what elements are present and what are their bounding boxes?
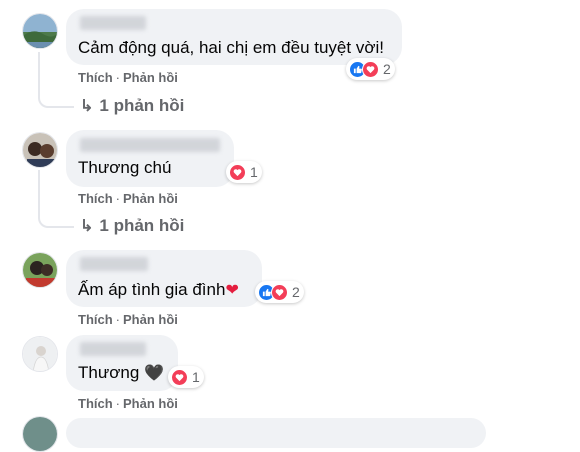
commenter-name-redacted (80, 16, 146, 30)
like-button[interactable]: Thích (78, 191, 113, 206)
comment-actions: Thích · Phản hồi (78, 396, 178, 411)
reaction-count: 1 (192, 369, 200, 385)
view-replies-link[interactable]: ↳ 1 phản hồi (80, 96, 184, 116)
reply-button[interactable]: Phản hồi (123, 312, 178, 327)
heart-emoji: ❤ (225, 282, 239, 299)
love-icon (171, 368, 188, 386)
comment-bubble (66, 418, 486, 448)
commenter-name-redacted (80, 138, 220, 152)
reply-arrow-icon: ↳ (80, 98, 94, 115)
love-icon (271, 283, 288, 301)
like-button[interactable]: Thích (78, 396, 113, 411)
comment-actions: Thích · Phản hồi (78, 191, 178, 206)
reply-button[interactable]: Phản hồi (123, 396, 178, 411)
reaction-summary[interactable]: 1 (226, 161, 262, 183)
separator: · (115, 312, 121, 327)
comment-text-content: Ấm áp tình gia đình (78, 280, 226, 299)
comment-actions: Thích · Phản hồi (78, 312, 178, 327)
commenter-name-redacted (80, 342, 146, 356)
reply-button[interactable]: Phản hồi (123, 191, 178, 206)
love-icon (362, 60, 379, 78)
thread-connector (38, 86, 74, 108)
replies-count-label: 1 phản hồi (99, 216, 185, 235)
comment-text: Ấm áp tình gia đình❤ (78, 280, 239, 301)
comment-text: Thương chú (78, 158, 172, 177)
avatar-image (23, 253, 57, 287)
reaction-summary[interactable]: 1 (168, 366, 204, 388)
replies-count-label: 1 phản hồi (99, 96, 185, 115)
reaction-count: 1 (250, 164, 258, 180)
comment-text-content: Thương (78, 363, 140, 382)
like-button[interactable]: Thích (78, 312, 113, 327)
avatar[interactable] (22, 252, 58, 288)
reaction-count: 2 (292, 284, 300, 300)
black-heart-emoji: 🖤 (144, 365, 164, 382)
commenter-name-redacted (80, 257, 148, 271)
reaction-count: 2 (383, 61, 391, 77)
avatar-image (23, 417, 57, 451)
thread-connector (38, 206, 74, 228)
reply-arrow-icon: ↳ (80, 218, 94, 235)
thread-line (38, 52, 40, 90)
avatar-image (23, 133, 57, 167)
thread-line (38, 170, 40, 210)
comment-text: Thương 🖤 (78, 363, 164, 384)
avatar[interactable] (22, 336, 58, 372)
reaction-summary[interactable]: 2 (255, 281, 304, 303)
reply-button[interactable]: Phản hồi (123, 70, 178, 85)
avatar[interactable] (22, 13, 58, 49)
comment-actions: Thích · Phản hồi (78, 70, 178, 85)
separator: · (115, 396, 121, 411)
avatar-image (23, 14, 57, 48)
love-icon (229, 163, 246, 181)
separator: · (115, 70, 121, 85)
avatar[interactable] (22, 416, 58, 452)
reaction-summary[interactable]: 2 (346, 58, 395, 80)
avatar-image (23, 337, 57, 371)
avatar[interactable] (22, 132, 58, 168)
view-replies-link[interactable]: ↳ 1 phản hồi (80, 216, 184, 236)
separator: · (115, 191, 121, 206)
comment-text: Cảm động quá, hai chị em đều tuyệt vời! (78, 38, 384, 57)
like-button[interactable]: Thích (78, 70, 113, 85)
